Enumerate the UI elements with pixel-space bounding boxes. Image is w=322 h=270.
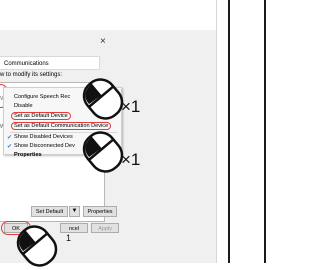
mouse-click-icon [82, 131, 124, 173]
menu-item-show-disabled[interactable]: Show Disabled Devices [14, 134, 73, 140]
menu-item-properties[interactable]: Properties [14, 152, 42, 158]
apply-button[interactable]: Apply [91, 223, 119, 233]
instruction-text: w to modify its settings: [0, 72, 63, 78]
properties-button[interactable]: Properties [83, 206, 117, 217]
tab-communications[interactable]: Communications [0, 56, 100, 70]
cancel-button[interactable]: ncel [60, 223, 88, 233]
click-count-label: ×1 [121, 97, 141, 116]
menu-item-configure-speech[interactable]: Configure Speech Rec [14, 94, 70, 100]
mouse-click-icon [82, 78, 124, 120]
set-default-button[interactable]: Set Default [31, 206, 68, 217]
check-icon: ✔ [7, 135, 13, 141]
set-default-dropdown-arrow[interactable]: ▼ [69, 206, 80, 217]
menu-item-show-disconnected[interactable]: Show Disconnected Dev [14, 143, 75, 149]
menu-item-set-default-device[interactable]: Set as Default Device [11, 112, 71, 120]
close-icon[interactable]: × [100, 36, 106, 47]
divider-line [228, 0, 230, 263]
dialog-titlebar [0, 0, 216, 30]
divider-line [264, 0, 266, 263]
click-count-label: 1 [66, 233, 72, 243]
click-count-label: ×1 [121, 150, 141, 169]
menu-item-disable[interactable]: Disable [14, 103, 33, 109]
check-icon: ✔ [7, 144, 13, 150]
